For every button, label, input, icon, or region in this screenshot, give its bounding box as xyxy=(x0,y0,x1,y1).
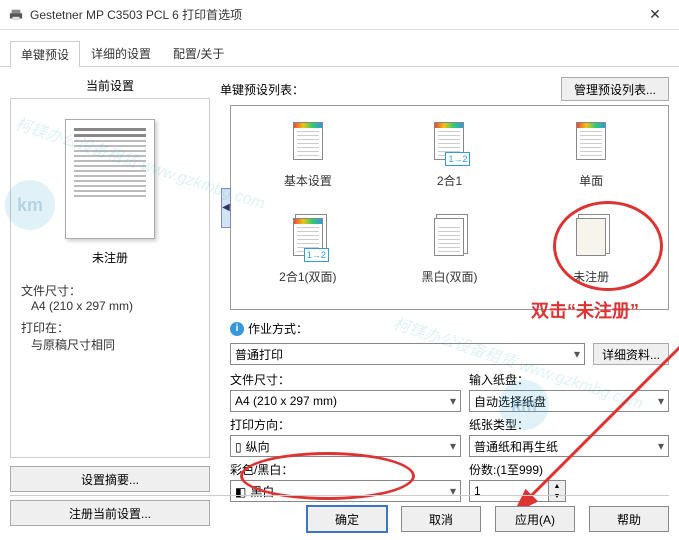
preview-status: 未注册 xyxy=(21,249,199,266)
tab-config[interactable]: 配置/关于 xyxy=(162,40,235,66)
chevron-down-icon: ▾ xyxy=(450,394,456,408)
color-mode-select[interactable]: ◧黑白▾ xyxy=(230,480,461,502)
chevron-down-icon: ▾ xyxy=(658,394,664,408)
orientation-label: 打印方向： xyxy=(230,416,290,433)
preset-label: 未注册 xyxy=(573,268,609,285)
paper-type-select[interactable]: 普通纸和再生纸▾ xyxy=(469,435,669,457)
color-mode-label: 彩色/黑白： xyxy=(230,461,293,478)
copies-spinner[interactable]: ▲▼ xyxy=(469,480,669,502)
preset-bw-duplex[interactable]: 黑白(双面) xyxy=(383,212,517,300)
preset-label: 基本设置 xyxy=(284,172,332,189)
register-settings-button[interactable]: 注册当前设置... xyxy=(10,500,210,526)
help-button[interactable]: 帮助 xyxy=(589,506,669,532)
chevron-down-icon: ▾ xyxy=(574,347,580,361)
bw-icon: ◧ xyxy=(235,485,246,499)
tray-label: 输入纸盘： xyxy=(469,371,529,388)
preset-list-label: 单键预设列表： xyxy=(220,81,561,98)
separator xyxy=(10,495,669,496)
preset-2in1-duplex[interactable]: 1→2 2合1(双面) xyxy=(241,212,375,300)
preset-label: 单面 xyxy=(579,172,603,189)
info-icon: i xyxy=(230,322,244,336)
detail-button[interactable]: 详细资料... xyxy=(593,343,669,365)
preset-label: 2合1 xyxy=(437,172,462,189)
copies-label: 份数:(1至999) xyxy=(469,461,543,478)
preview-box: 未注册 文件尺寸： A4 (210 x 297 mm) 打印在： 与原稿尺寸相同 xyxy=(10,98,210,458)
page-preview xyxy=(65,119,155,239)
preset-unregistered[interactable]: 未注册 xyxy=(524,212,658,300)
preset-basic[interactable]: 基本设置 xyxy=(241,116,375,204)
printer-icon xyxy=(8,7,24,23)
cancel-button[interactable]: 取消 xyxy=(401,506,481,532)
orientation-select[interactable]: ▯纵向▾ xyxy=(230,435,461,457)
spin-down[interactable]: ▼ xyxy=(549,491,565,501)
spin-up[interactable]: ▲ xyxy=(549,481,565,491)
window-title: Gestetner MP C3503 PCL 6 打印首选项 xyxy=(30,6,639,23)
apply-button[interactable]: 应用(A) xyxy=(495,506,575,532)
ok-button[interactable]: 确定 xyxy=(307,506,387,532)
tab-bar: 单键预设 详细的设置 配置/关于 xyxy=(0,34,679,67)
tab-preset[interactable]: 单键预设 xyxy=(10,41,80,67)
print-on-label: 打印在： xyxy=(21,319,199,336)
doc-size-field-label: 文件尺寸： xyxy=(230,371,290,388)
close-button[interactable]: ✕ xyxy=(639,6,671,23)
portrait-icon: ▯ xyxy=(235,440,242,454)
current-settings-label: 当前设置 xyxy=(10,77,210,94)
arrow-1-2-icon: 1→2 xyxy=(304,248,329,262)
chevron-down-icon: ▾ xyxy=(658,439,664,453)
print-on-value: 与原稿尺寸相同 xyxy=(31,336,199,353)
chevron-down-icon: ▾ xyxy=(450,439,456,453)
manage-presets-button[interactable]: 管理预设列表... xyxy=(561,77,669,101)
preset-label: 黑白(双面) xyxy=(421,268,477,285)
doc-size-value: A4 (210 x 297 mm) xyxy=(31,299,199,313)
copies-input[interactable] xyxy=(469,480,549,502)
job-type-label: 作业方式： xyxy=(248,320,308,337)
collapse-handle[interactable]: ◀ xyxy=(221,188,231,228)
job-type-select[interactable]: 普通打印▾ xyxy=(230,343,585,365)
doc-size-select[interactable]: A4 (210 x 297 mm)▾ xyxy=(230,390,461,412)
preset-single[interactable]: 单面 xyxy=(524,116,658,204)
tray-select[interactable]: 自动选择纸盘▾ xyxy=(469,390,669,412)
doc-size-label: 文件尺寸： xyxy=(21,282,199,299)
preset-grid: ◀ 基本设置 1→2 2合1 单面 1→2 2合1(双面) 黑白(双面) xyxy=(230,105,669,310)
arrow-1-2-icon: 1→2 xyxy=(445,152,470,166)
preset-2in1[interactable]: 1→2 2合1 xyxy=(383,116,517,204)
paper-type-label: 纸张类型： xyxy=(469,416,529,433)
tab-detail[interactable]: 详细的设置 xyxy=(80,40,162,66)
settings-summary-button[interactable]: 设置摘要... xyxy=(10,466,210,492)
preset-label: 2合1(双面) xyxy=(279,268,336,285)
